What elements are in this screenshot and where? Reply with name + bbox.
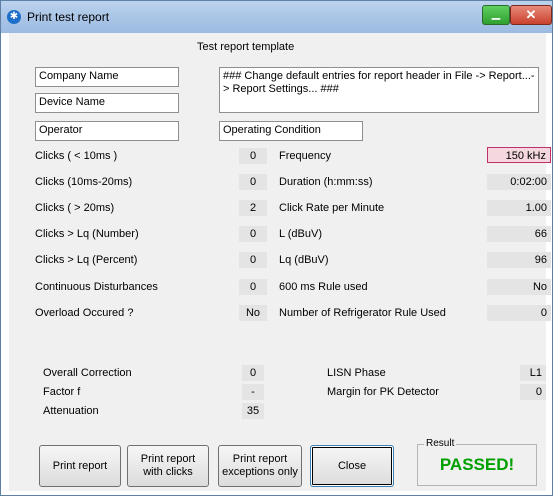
close-window-button[interactable]: ✕ (510, 5, 552, 25)
clicks-lq-percent-value: 0 (239, 252, 267, 268)
lisn-phase-label: LISN Phase (327, 367, 386, 379)
minimize-button[interactable]: ▁ (482, 5, 510, 25)
lq-dbuv-value: 96 (487, 252, 551, 268)
refrigerator-rule-value: 0 (487, 305, 551, 321)
device-name-field[interactable]: Device Name (35, 93, 179, 113)
clicks-gt20-label: Clicks ( > 20ms) (35, 202, 115, 214)
close-button-label: Close (337, 459, 367, 472)
attenuation-value: 35 (242, 403, 264, 419)
overload-label: Overload Occured ? (35, 307, 134, 319)
template-label: Test report template (197, 41, 295, 53)
l-dbuv-value: 66 (487, 226, 551, 242)
print-exceptions-line1: Print report (232, 453, 288, 465)
clicks-lq-number-label: Clicks > Lq (Number) (35, 228, 139, 240)
company-name-field[interactable]: Company Name (35, 67, 179, 87)
app-icon: ✱ (7, 10, 21, 24)
operating-condition-field[interactable]: Operating Condition (219, 121, 363, 141)
window-title: Print test report (27, 10, 110, 24)
continuous-disturbances-label: Continuous Disturbances (35, 281, 158, 293)
click-rate-label: Click Rate per Minute (279, 202, 385, 214)
clicks-lt10-label: Clicks ( < 10ms ) (35, 150, 118, 162)
continuous-disturbances-value: 0 (239, 279, 267, 295)
factor-f-label: Factor f (43, 386, 81, 398)
overall-correction-label: Overall Correction (43, 367, 132, 379)
print-exceptions-line2: exceptions only (222, 466, 298, 478)
result-status: PASSED! (439, 455, 515, 474)
operator-field[interactable]: Operator (35, 121, 179, 141)
click-rate-value: 1.00 (487, 200, 551, 216)
print-report-label: Print report (52, 459, 108, 472)
duration-value: 0:02:00 (487, 174, 551, 190)
clicks-lq-percent-label: Clicks > Lq (Percent) (35, 254, 138, 266)
report-header-note-field[interactable]: ### Change default entries for report he… (219, 67, 539, 113)
attenuation-label: Attenuation (43, 405, 99, 417)
print-test-report-window: ✱ Print test report ▁ ✕ Test report temp… (0, 0, 553, 496)
clicks-10-20-value: 0 (239, 174, 267, 190)
lq-dbuv-label: Lq (dBuV) (279, 254, 329, 266)
factor-f-value: - (242, 384, 264, 400)
print-with-clicks-line1: Print report (140, 453, 196, 465)
frequency-label: Frequency (279, 150, 331, 162)
result-group-label: Result (424, 438, 457, 449)
refrigerator-rule-label: Number of Refrigerator Rule Used (279, 307, 446, 319)
l-dbuv-label: L (dBuV) (279, 228, 323, 240)
clicks-10-20-label: Clicks (10ms-20ms) (35, 176, 133, 188)
lisn-phase-value: L1 (520, 365, 546, 381)
clicks-lt10-value: 0 (239, 148, 267, 164)
pk-margin-value: 0 (520, 384, 546, 400)
frequency-value[interactable]: 150 kHz (487, 147, 551, 163)
print-exceptions-button[interactable]: Print report exceptions only (218, 445, 302, 487)
clicks-lq-number-value: 0 (239, 226, 267, 242)
close-icon: ✕ (525, 7, 537, 22)
600ms-rule-label: 600 ms Rule used (279, 281, 368, 293)
overall-correction-value: 0 (242, 365, 264, 381)
duration-label: Duration (h:mm:ss) (279, 176, 373, 188)
overload-value: No (239, 305, 267, 321)
title-bar[interactable]: ✱ Print test report ▁ ✕ (1, 1, 552, 33)
print-with-clicks-line2: with clicks (143, 466, 193, 478)
dialog-body: Test report template Company Name Device… (9, 33, 551, 491)
minimize-icon: ▁ (491, 8, 501, 20)
result-group: Result PASSED! (417, 438, 537, 486)
print-with-clicks-button[interactable]: Print report with clicks (127, 445, 209, 487)
clicks-gt20-value: 2 (239, 200, 267, 216)
pk-margin-label: Margin for PK Detector (327, 386, 439, 398)
print-report-button[interactable]: Print report (39, 445, 121, 487)
600ms-rule-value: No (487, 279, 551, 295)
close-button[interactable]: Close (310, 445, 394, 487)
